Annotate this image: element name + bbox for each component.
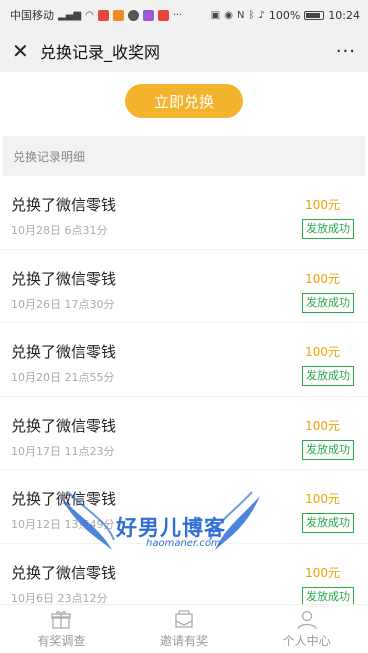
carrier-label: 中国移动 (10, 9, 54, 22)
section-header: 兑换记录明细 (3, 136, 365, 176)
app-notification-icon (112, 9, 124, 21)
mute-icon: ♪ (258, 9, 265, 21)
list-item: 兑换了微信零钱 10月26日 17点30分 100元 发放成功 (0, 250, 368, 323)
record-time: 10月26日 17点30分 (11, 297, 115, 311)
nfc-icon: N (236, 9, 245, 21)
record-title: 兑换了微信零钱 (11, 416, 117, 435)
status-bar: 中国移动 ▂▄▆ ◠ ··· ▣ ◉ N ᛒ ♪ 100% 10:24 (0, 0, 368, 30)
title-bar: ✕ 兑换记录_收奖网 ··· (0, 30, 368, 72)
record-amount: 100元 (305, 565, 340, 580)
close-icon[interactable]: ✕ (12, 39, 34, 63)
app-notification-icon (97, 9, 109, 21)
record-title: 兑换了微信零钱 (11, 269, 117, 288)
clock: 10:24 (328, 8, 360, 22)
app-notification-icon (157, 9, 169, 21)
record-time: 10月28日 6点31分 (11, 224, 108, 237)
status-badge: 发放成功 (302, 292, 354, 313)
record-title: 兑换了微信零钱 (11, 563, 117, 582)
hd-icon: ▣ (210, 9, 221, 21)
record-list: 兑换了微信零钱 10月28日 6点31分 100元 发放成功 兑换了微信零钱 1… (0, 176, 368, 617)
wifi-icon: ◠ (85, 9, 94, 21)
status-badge: 发放成功 (302, 513, 354, 533)
record-time: 10月20日 21点55分 (11, 371, 115, 384)
battery-percent: 100% (268, 8, 301, 22)
user-icon (297, 610, 317, 629)
signal-icon: ▂▄▆ (58, 9, 82, 21)
list-item: 兑换了微信零钱 10月20日 21点55分 100元 发放成功 (0, 323, 368, 397)
tab-label: 邀请有奖 (160, 633, 209, 648)
battery-icon (304, 10, 325, 20)
status-right: ▣ ◉ N ᛒ ♪ 100% 10:24 (211, 9, 360, 22)
tab-invite[interactable]: 邀请有奖 (123, 605, 246, 653)
record-time: 10月12日 13点49分 (11, 518, 115, 531)
tab-survey[interactable]: 有奖调查 (0, 605, 123, 653)
list-item: 兑换了微信零钱 10月28日 6点31分 100元 发放成功 (0, 176, 368, 250)
eye-icon: ◉ (224, 9, 233, 21)
record-amount: 100元 (305, 198, 340, 212)
record-amount: 100元 (305, 418, 340, 433)
tab-bar: 有奖调查 邀请有奖 个人中心 (0, 604, 368, 653)
record-title: 兑换了微信零钱 (11, 196, 117, 214)
envelope-icon (175, 609, 193, 628)
record-amount: 100元 (305, 345, 340, 359)
status-left: 中国移动 ▂▄▆ ◠ ··· (10, 7, 182, 23)
tab-label: 个人中心 (282, 633, 331, 648)
record-amount: 100元 (305, 492, 340, 506)
record-amount: 100元 (305, 271, 340, 286)
status-badge: 发放成功 (302, 366, 354, 386)
record-time: 10月17日 11点23分 (11, 444, 115, 458)
tab-label: 有奖调查 (37, 633, 86, 648)
app-notification-icon (142, 9, 154, 21)
list-item: 兑换了微信零钱 10月17日 11点23分 100元 发放成功 (0, 397, 368, 470)
more-notifications-icon: ··· (172, 9, 183, 21)
bluetooth-icon: ᛒ (248, 9, 255, 21)
list-item: 兑换了微信零钱 10月12日 13点49分 100元 发放成功 (0, 470, 368, 544)
status-badge: 发放成功 (302, 219, 354, 239)
chat-notification-icon (127, 9, 139, 21)
more-icon[interactable]: ··· (336, 41, 356, 62)
status-badge: 发放成功 (302, 439, 354, 460)
gift-icon (51, 610, 71, 629)
page-title: 兑换记录_收奖网 (40, 43, 161, 62)
record-title: 兑换了微信零钱 (11, 490, 117, 508)
redeem-area: 立即兑换 (0, 72, 368, 130)
record-title: 兑换了微信零钱 (11, 343, 117, 361)
redeem-now-button[interactable]: 立即兑换 (125, 84, 243, 118)
tab-profile[interactable]: 个人中心 (245, 605, 368, 653)
